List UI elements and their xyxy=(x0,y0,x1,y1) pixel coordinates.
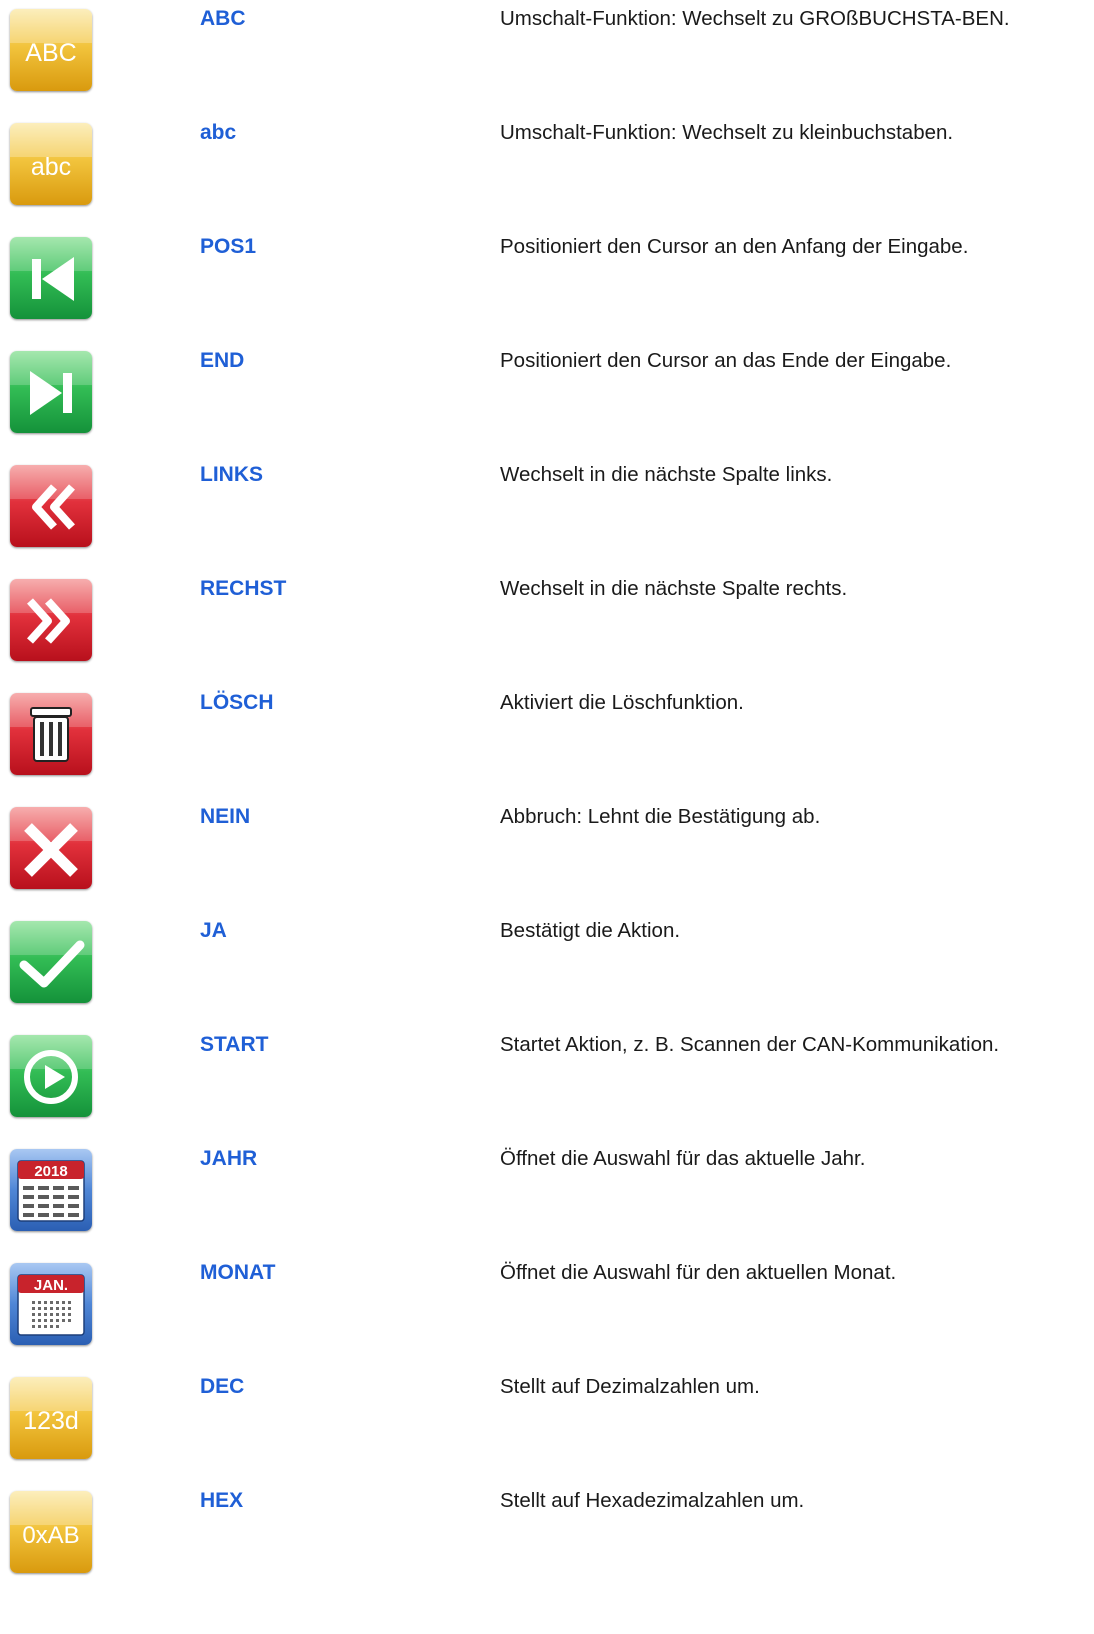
skip-to-start-icon[interactable] xyxy=(10,237,92,319)
svg-text:JAN.: JAN. xyxy=(34,1277,68,1294)
key-description: Öffnet die Auswahl für den aktuellen Mon… xyxy=(500,1261,897,1284)
svg-text:abc: abc xyxy=(31,153,71,181)
double-chevron-right-icon[interactable] xyxy=(10,579,92,661)
key-row: LÖSCH Aktiviert die Löschfunktion. xyxy=(0,684,1094,784)
key-description: Stellt auf Hexadezimalzahlen um. xyxy=(500,1489,805,1512)
key-row: JA Bestätigt die Aktion. xyxy=(0,912,1094,1012)
key-name: ABC xyxy=(200,7,246,30)
trash-icon[interactable] xyxy=(10,693,92,775)
hex-icon[interactable]: 0xAB xyxy=(10,1491,92,1573)
svg-text:0xAB: 0xAB xyxy=(22,1522,79,1549)
key-name: LÖSCH xyxy=(200,691,274,714)
key-row: abc abc Umschalt-Funktion: Wechselt zu k… xyxy=(0,114,1094,214)
key-row: 123d DEC Stellt auf Dezimalzahlen um. xyxy=(0,1368,1094,1468)
double-chevron-left-icon[interactable] xyxy=(10,465,92,547)
key-row: ABC ABC Umschalt-Funktion: Wechselt zu G… xyxy=(0,0,1094,100)
checkmark-icon[interactable] xyxy=(10,921,92,1003)
key-row: RECHST Wechselt in die nächste Spalte re… xyxy=(0,570,1094,670)
decimal-icon[interactable]: 123d xyxy=(10,1377,92,1459)
key-row: JAN. MONAT Öffnet die Auswahl für den ak… xyxy=(0,1254,1094,1354)
play-circle-icon[interactable] xyxy=(10,1035,92,1117)
key-description: Stellt auf Dezimalzahlen um. xyxy=(500,1375,760,1398)
key-row: 0xAB HEX Stellt auf Hexadezimalzahlen um… xyxy=(0,1482,1094,1582)
calendar-year-icon[interactable]: 2018 xyxy=(10,1149,92,1231)
key-description: Öffnet die Auswahl für das aktuelle Jahr… xyxy=(500,1147,866,1170)
key-name: NEIN xyxy=(200,805,251,828)
key-description: Aktiviert die Löschfunktion. xyxy=(500,691,744,714)
key-name: LINKS xyxy=(200,463,263,486)
key-name: RECHST xyxy=(200,577,287,600)
key-row: 2018 JAHR Öffnet die Auswahl für das akt… xyxy=(0,1140,1094,1240)
key-description: Positioniert den Cursor an das Ende der … xyxy=(500,349,952,372)
key-name: POS1 xyxy=(200,235,257,258)
key-row: START Startet Aktion, z. B. Scannen der … xyxy=(0,1026,1094,1126)
key-name: START xyxy=(200,1033,269,1056)
key-row: POS1 Positioniert den Cursor an den Anfa… xyxy=(0,228,1094,328)
key-description: Umschalt-Funktion: Wechselt zu kleinbuch… xyxy=(500,121,954,144)
key-name: DEC xyxy=(200,1375,245,1398)
key-name: MONAT xyxy=(200,1261,276,1284)
key-description: Wechselt in die nächste Spalte links. xyxy=(500,463,833,486)
key-name: JA xyxy=(200,919,227,942)
key-name: END xyxy=(200,349,245,372)
cross-icon[interactable] xyxy=(10,807,92,889)
key-row: NEIN Abbruch: Lehnt die Bestätigung ab. xyxy=(0,798,1094,898)
calendar-month-icon[interactable]: JAN. xyxy=(10,1263,92,1345)
key-description: Startet Aktion, z. B. Scannen der CAN-Ko… xyxy=(500,1033,1000,1056)
key-description: Positioniert den Cursor an den Anfang de… xyxy=(500,235,969,258)
key-name: HEX xyxy=(200,1489,244,1512)
key-name: JAHR xyxy=(200,1147,258,1170)
key-description: Bestätigt die Aktion. xyxy=(500,919,681,942)
lowercase-abc-icon[interactable]: abc xyxy=(10,123,92,205)
key-description: Wechselt in die nächste Spalte rechts. xyxy=(500,577,848,600)
skip-to-end-icon[interactable] xyxy=(10,351,92,433)
key-row: END Positioniert den Cursor an das Ende … xyxy=(0,342,1094,442)
svg-text:2018: 2018 xyxy=(34,1163,67,1180)
key-description: Abbruch: Lehnt die Bestätigung ab. xyxy=(500,805,821,828)
uppercase-abc-icon[interactable]: ABC xyxy=(10,9,92,91)
key-name: abc xyxy=(200,121,237,144)
svg-text:ABC: ABC xyxy=(25,39,76,67)
key-description: Umschalt-Funktion: Wechselt zu GROßBUCHS… xyxy=(500,7,1010,30)
svg-text:123d: 123d xyxy=(23,1407,79,1435)
key-row: LINKS Wechselt in die nächste Spalte lin… xyxy=(0,456,1094,556)
